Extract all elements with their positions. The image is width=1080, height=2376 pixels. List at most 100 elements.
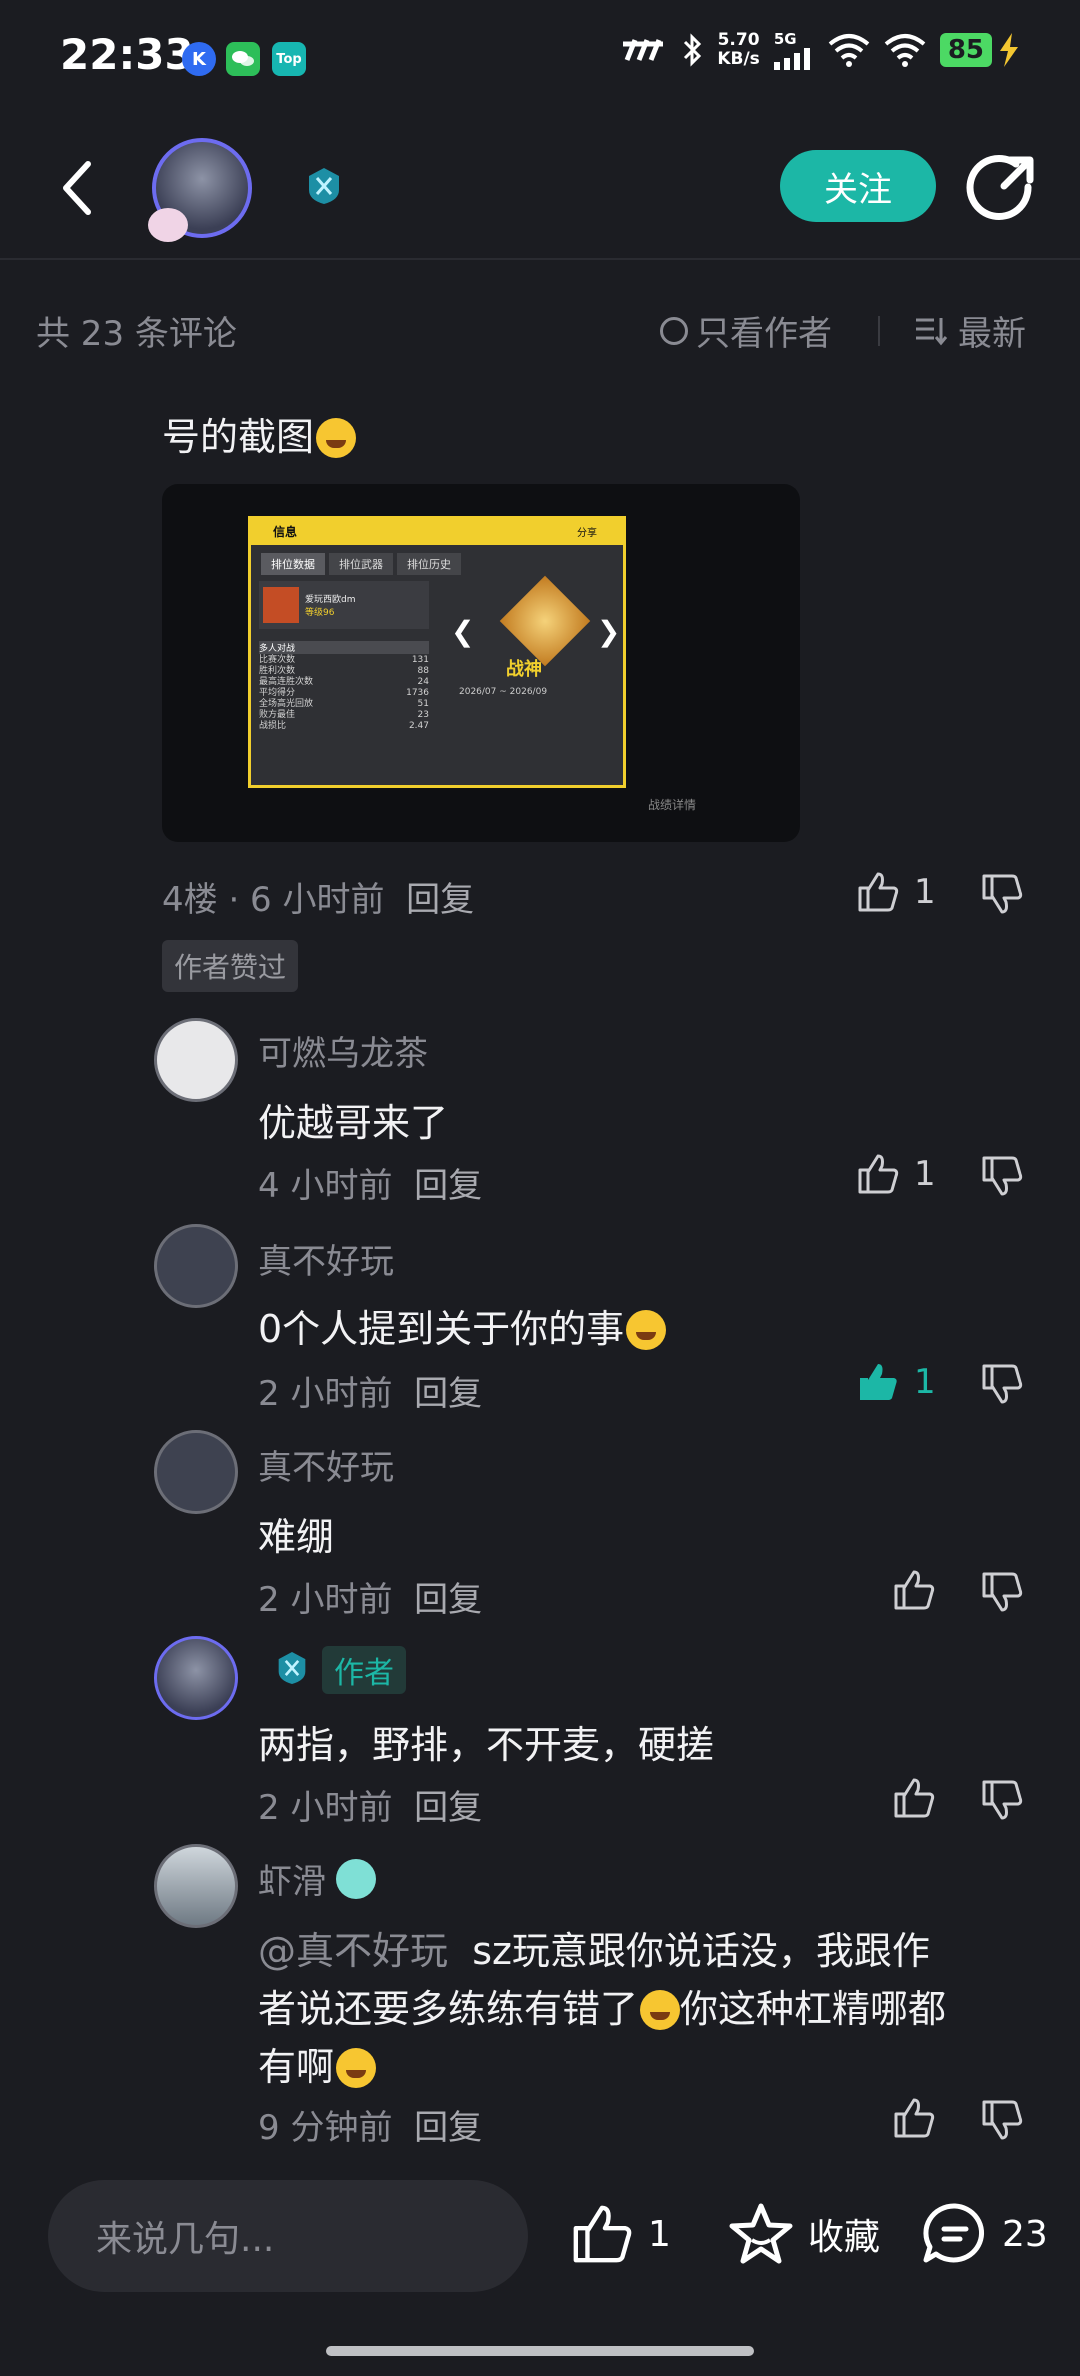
reply-text: 优越哥来了 [258, 1101, 449, 1145]
home-indicator[interactable] [326, 2346, 754, 2356]
like-button-active[interactable]: 1 [856, 1360, 936, 1404]
reply-button[interactable]: 回复 [414, 1166, 482, 1206]
screenshot-tab: 排位数据 [261, 553, 325, 575]
wifi-icon-2 [884, 34, 926, 67]
rank-emblem-icon [499, 575, 591, 667]
signal-icon: 5G [773, 30, 814, 70]
reply-text: @真不好玩 sz玩意跟你说话没，我跟作 者说还要多练练有错了 你这种杠精哪都 有啊 [258, 1929, 947, 2089]
thumb-down-icon[interactable] [980, 2098, 1024, 2142]
author-tag: 作者 [322, 1646, 406, 1694]
favorite-button[interactable]: 收藏 [728, 2202, 880, 2266]
shield-badge-icon [278, 1652, 306, 1684]
battery-icon: 85 [939, 33, 1022, 67]
thumb-down-icon[interactable] [980, 872, 1024, 916]
player-card: 爱玩西欧dm 等级96 [259, 581, 429, 629]
author-liked-badge: 作者赞过 [162, 940, 299, 992]
reply-author-name: 虾滑 [258, 1862, 326, 1902]
reply-meta: 9 分钟前 回复 [258, 2108, 483, 2148]
status-time: 22:33 [60, 30, 194, 79]
screenshot-stats: 比赛次数 131 胜利次数 88 最高连胜次数 24 平均得分 1736 全场高光回放 5… [259, 655, 429, 731]
avatar[interactable] [154, 1224, 238, 1308]
filter-divider [878, 316, 880, 346]
game-screenshot-image[interactable]: 信息 分享 排位数据 排位武器 排位历史 爱玩西欧dm 等级96 多人对战 比赛次… [162, 484, 800, 842]
screenshot-tab: 排位武器 [329, 553, 393, 575]
sort-icon [916, 317, 948, 345]
thumb-up-icon[interactable] [892, 1568, 936, 1612]
reply-meta: 4 小时前 回复 [258, 1166, 483, 1206]
thumb-up-icon[interactable] [892, 2096, 936, 2140]
next-arrow-icon: ❯ [597, 615, 621, 648]
like-button[interactable]: 1 [856, 870, 936, 914]
thumb-down-icon[interactable] [980, 1570, 1024, 1614]
thumb-up-icon [573, 2205, 632, 2263]
wechat-icon [226, 42, 260, 76]
avatar[interactable] [154, 1018, 238, 1102]
sort-latest-button[interactable]: 最新 [914, 306, 1026, 355]
wifi-icon [828, 34, 870, 67]
screenshot-section: 多人对战 [259, 641, 429, 654]
laugh-cry-emoji-icon [626, 1310, 667, 1350]
shield-badge-icon [309, 168, 339, 204]
prev-arrow-icon: ❮ [451, 615, 475, 648]
status-indicators: 5.70 KB/s 5G 85 [623, 30, 1022, 70]
star-icon [729, 2203, 793, 2264]
thumb-up-filled-icon [860, 1364, 897, 1400]
follow-button[interactable]: 关注 [780, 150, 936, 222]
reply-meta: 2 小时前 回复 [258, 1374, 483, 1414]
share-icon[interactable] [966, 152, 1036, 222]
thumb-down-icon[interactable] [980, 1362, 1024, 1406]
radio-icon [660, 316, 688, 345]
reply-meta: 2 小时前 回复 [258, 1580, 483, 1620]
reply-button[interactable]: 回复 [414, 1580, 482, 1620]
thumb-up-icon [858, 1154, 899, 1194]
app-top-icon: Top [272, 42, 306, 76]
screenshot-title: 信息 [251, 519, 623, 545]
reply-button[interactable]: 回复 [414, 2108, 482, 2148]
thumb-down-icon[interactable] [980, 1778, 1024, 1822]
back-button[interactable] [58, 160, 98, 216]
screenshot-tab: 排位历史 [397, 553, 461, 575]
reply-button[interactable]: 回复 [406, 880, 474, 920]
screenshot-tabs: 排位数据 排位武器 排位历史 [261, 553, 461, 575]
reply-author-name[interactable]: 真不好玩 [258, 1234, 394, 1283]
comment-count: 共 23 条评论 [36, 314, 237, 354]
laugh-cry-emoji-icon [336, 2048, 377, 2088]
net-speed: 5.70 KB/s [717, 30, 760, 69]
screenshot-panel: 信息 分享 排位数据 排位武器 排位历史 爱玩西欧dm 等级96 多人对战 比赛次… [248, 516, 626, 788]
reply-author-name[interactable]: 真不好玩 [258, 1440, 394, 1489]
user-badge-icon [336, 1858, 376, 1899]
rank-label: 战神 [506, 659, 542, 680]
app-k-icon: K [182, 42, 216, 76]
thumb-up-icon[interactable] [892, 1776, 936, 1820]
grin-emoji-icon [316, 418, 357, 458]
reply-text: 0个人提到关于你的事 [258, 1298, 667, 1353]
comment-input[interactable]: 来说几句... [48, 2180, 528, 2292]
bottom-like-button[interactable]: 1 [570, 2202, 671, 2266]
reply-author[interactable]: 虾滑 [258, 1854, 376, 1903]
details-button: 战绩详情 [648, 798, 697, 812]
comments-button[interactable]: 23 [922, 2202, 1048, 2266]
only-author-toggle[interactable]: 只看作者 [660, 306, 832, 355]
reply-text: 难绷 [258, 1515, 335, 1559]
avatar[interactable] [154, 1844, 238, 1928]
reply-author-name[interactable]: 可燃乌龙茶 [258, 1026, 428, 1075]
reply-text: 两指，野排，不开麦，硬搓 [258, 1723, 715, 1767]
header-divider [0, 258, 1080, 260]
comment-meta: 4楼 · 6 小时前 回复 [162, 880, 475, 920]
like-button[interactable]: 1 [856, 1152, 936, 1196]
comment-bubble-icon [923, 2203, 985, 2263]
reply-button[interactable]: 回复 [414, 1374, 482, 1414]
crying-emoji-icon [640, 1990, 681, 2030]
carrier-icon [623, 39, 664, 61]
author-avatar[interactable] [148, 138, 252, 242]
thumb-up-icon [858, 872, 899, 912]
mention-link[interactable]: @真不好玩 [258, 1929, 448, 1973]
screenshot-share: 分享 [577, 528, 597, 539]
thumb-down-icon[interactable] [980, 1154, 1024, 1198]
avatar[interactable] [154, 1430, 238, 1514]
season-dates: 2026/07 ~ 2026/09 [459, 687, 548, 697]
reply-meta: 2 小时前 回复 [258, 1788, 483, 1828]
author-avatar[interactable] [154, 1636, 238, 1720]
reply-button[interactable]: 回复 [414, 1788, 482, 1828]
bluetooth-icon [684, 33, 702, 67]
